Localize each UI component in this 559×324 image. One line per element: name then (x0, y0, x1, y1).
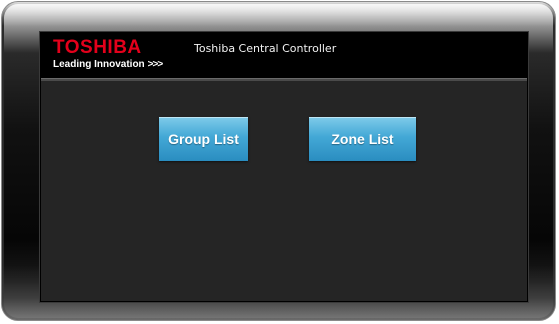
header-bar: TOSHIBA Leading Innovation >>> Toshiba Ce… (41, 33, 527, 81)
device-frame: TOSHIBA Leading Innovation >>> Toshiba Ce… (2, 2, 555, 320)
toshiba-logo: TOSHIBA (53, 37, 142, 58)
group-list-button[interactable]: Group List (159, 117, 248, 161)
chevrons-icon: >>> (147, 59, 164, 70)
tagline: Leading Innovation >>> (53, 59, 164, 71)
tagline-text: Leading Innovation (53, 59, 145, 70)
bezel-highlight (2, 2, 555, 26)
app-title: Toshiba Central Controller (194, 42, 337, 55)
screen: TOSHIBA Leading Innovation >>> Toshiba Ce… (40, 32, 528, 302)
zone-list-button[interactable]: Zone List (309, 117, 416, 161)
